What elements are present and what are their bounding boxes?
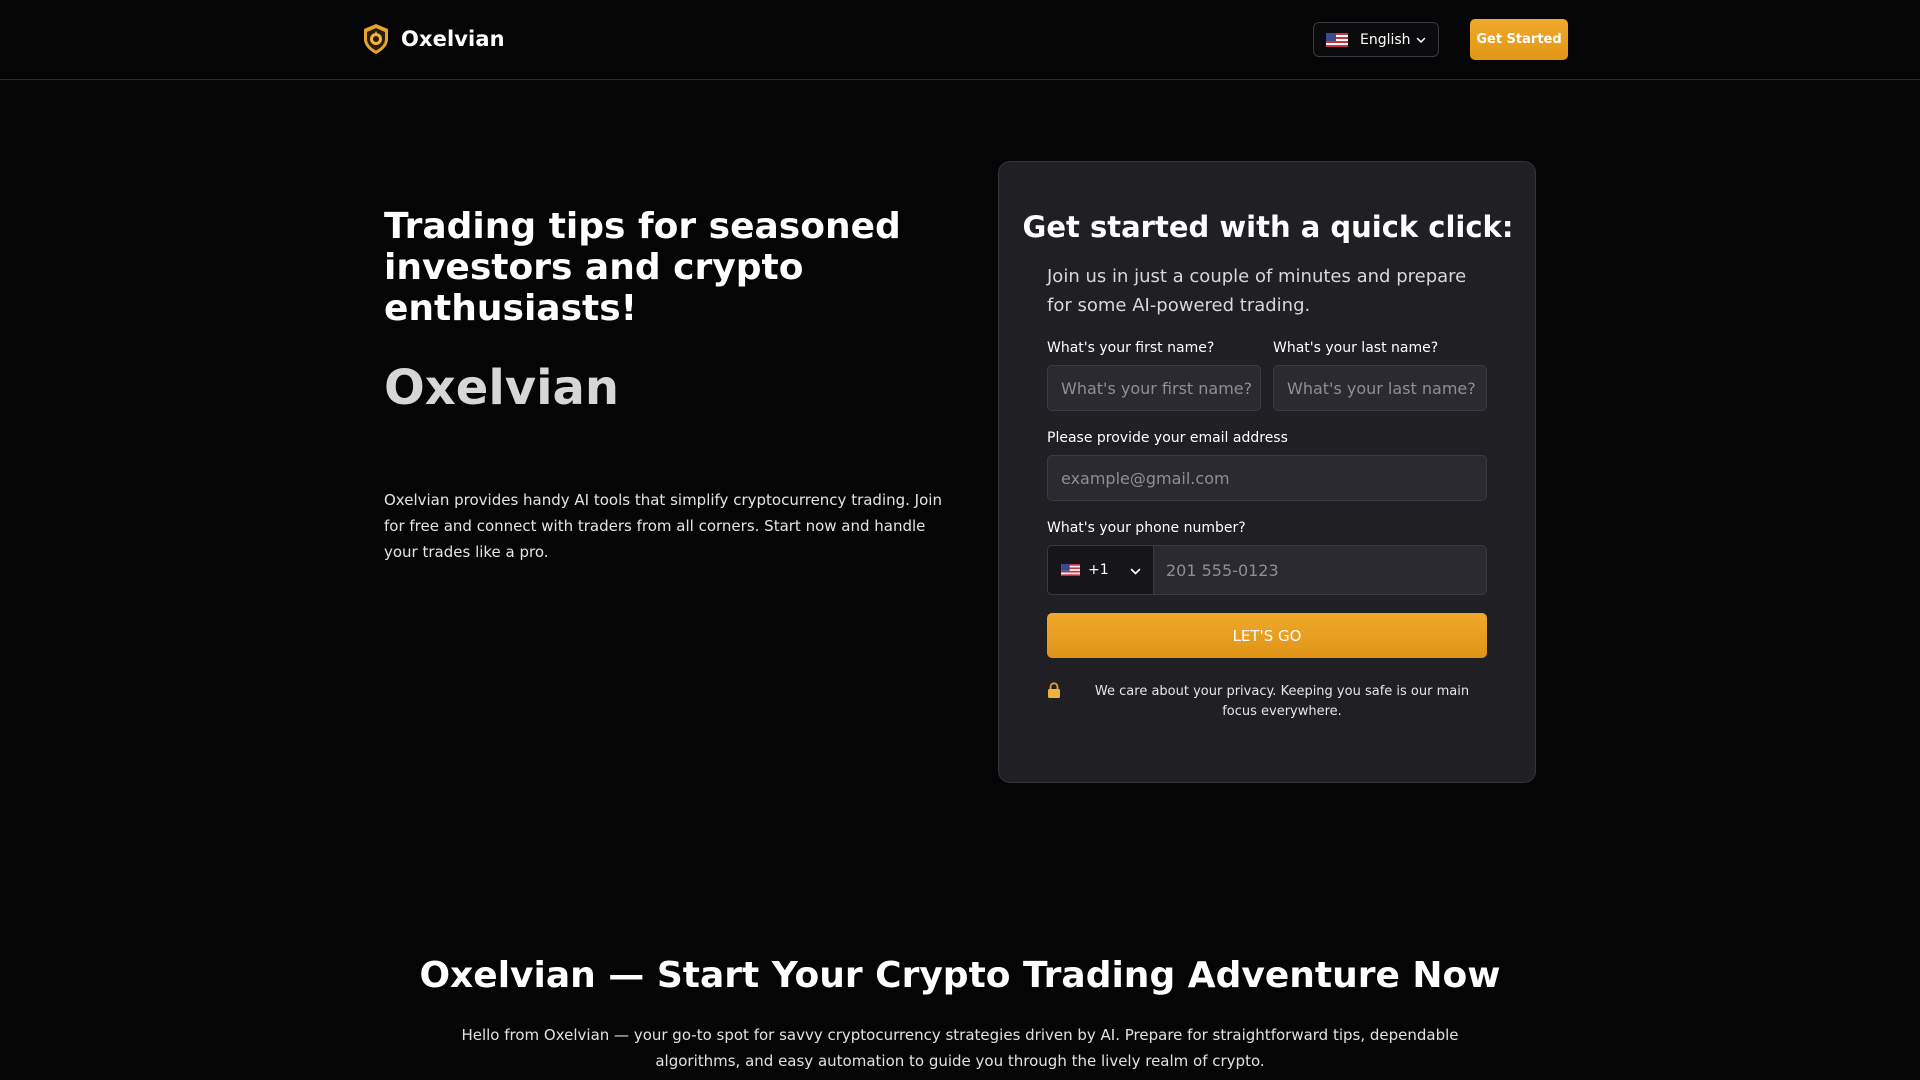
us-flag-icon [1061, 564, 1080, 576]
language-label: English [1360, 31, 1411, 48]
site-header: Oxelvian English Get Started [0, 0, 1920, 80]
last-name-label: What's your last name? [1273, 340, 1439, 356]
country-code: +1 [1088, 562, 1109, 578]
chevron-down-icon [1416, 37, 1426, 43]
country-code-select[interactable]: +1 [1047, 545, 1153, 595]
logo[interactable]: Oxelvian [361, 20, 505, 58]
lets-go-button[interactable]: LET'S GO [1047, 613, 1487, 658]
form-subtitle: Join us in just a couple of minutes and … [1047, 266, 1467, 316]
chevron-down-icon [1130, 568, 1141, 575]
us-flag-icon [1326, 32, 1348, 47]
hero-description: Oxelvian provides handy AI tools that si… [384, 491, 942, 561]
language-select[interactable]: English [1313, 22, 1439, 57]
privacy-text: We care about your privacy. Keeping you … [1094, 684, 1470, 719]
hero-brand: Oxelvian [384, 360, 620, 416]
last-name-input[interactable] [1273, 365, 1487, 411]
first-name-input[interactable] [1047, 365, 1261, 411]
email-label: Please provide your email address [1047, 430, 1288, 446]
section-description: Hello from Oxelvian — your go-to spot fo… [461, 1026, 1459, 1070]
email-input[interactable] [1047, 455, 1487, 501]
phone-input[interactable] [1153, 545, 1487, 595]
privacy-notice: We care about your privacy. Keeping you … [1047, 681, 1487, 725]
section-title: Oxelvian — Start Your Crypto Trading Adv… [419, 955, 1501, 996]
brand-name: Oxelvian [401, 27, 505, 51]
shield-logo-icon [364, 24, 388, 54]
form-title: Get started with a quick click: [1022, 210, 1514, 244]
lock-icon [1048, 682, 1060, 698]
get-started-button[interactable]: Get Started [1470, 19, 1568, 60]
hero-title: Trading tips for seasoned investors and … [384, 206, 901, 329]
signup-form-card: Get started with a quick click: Join us … [998, 161, 1536, 783]
first-name-label: What's your first name? [1047, 340, 1215, 356]
phone-label: What's your phone number? [1047, 520, 1246, 536]
